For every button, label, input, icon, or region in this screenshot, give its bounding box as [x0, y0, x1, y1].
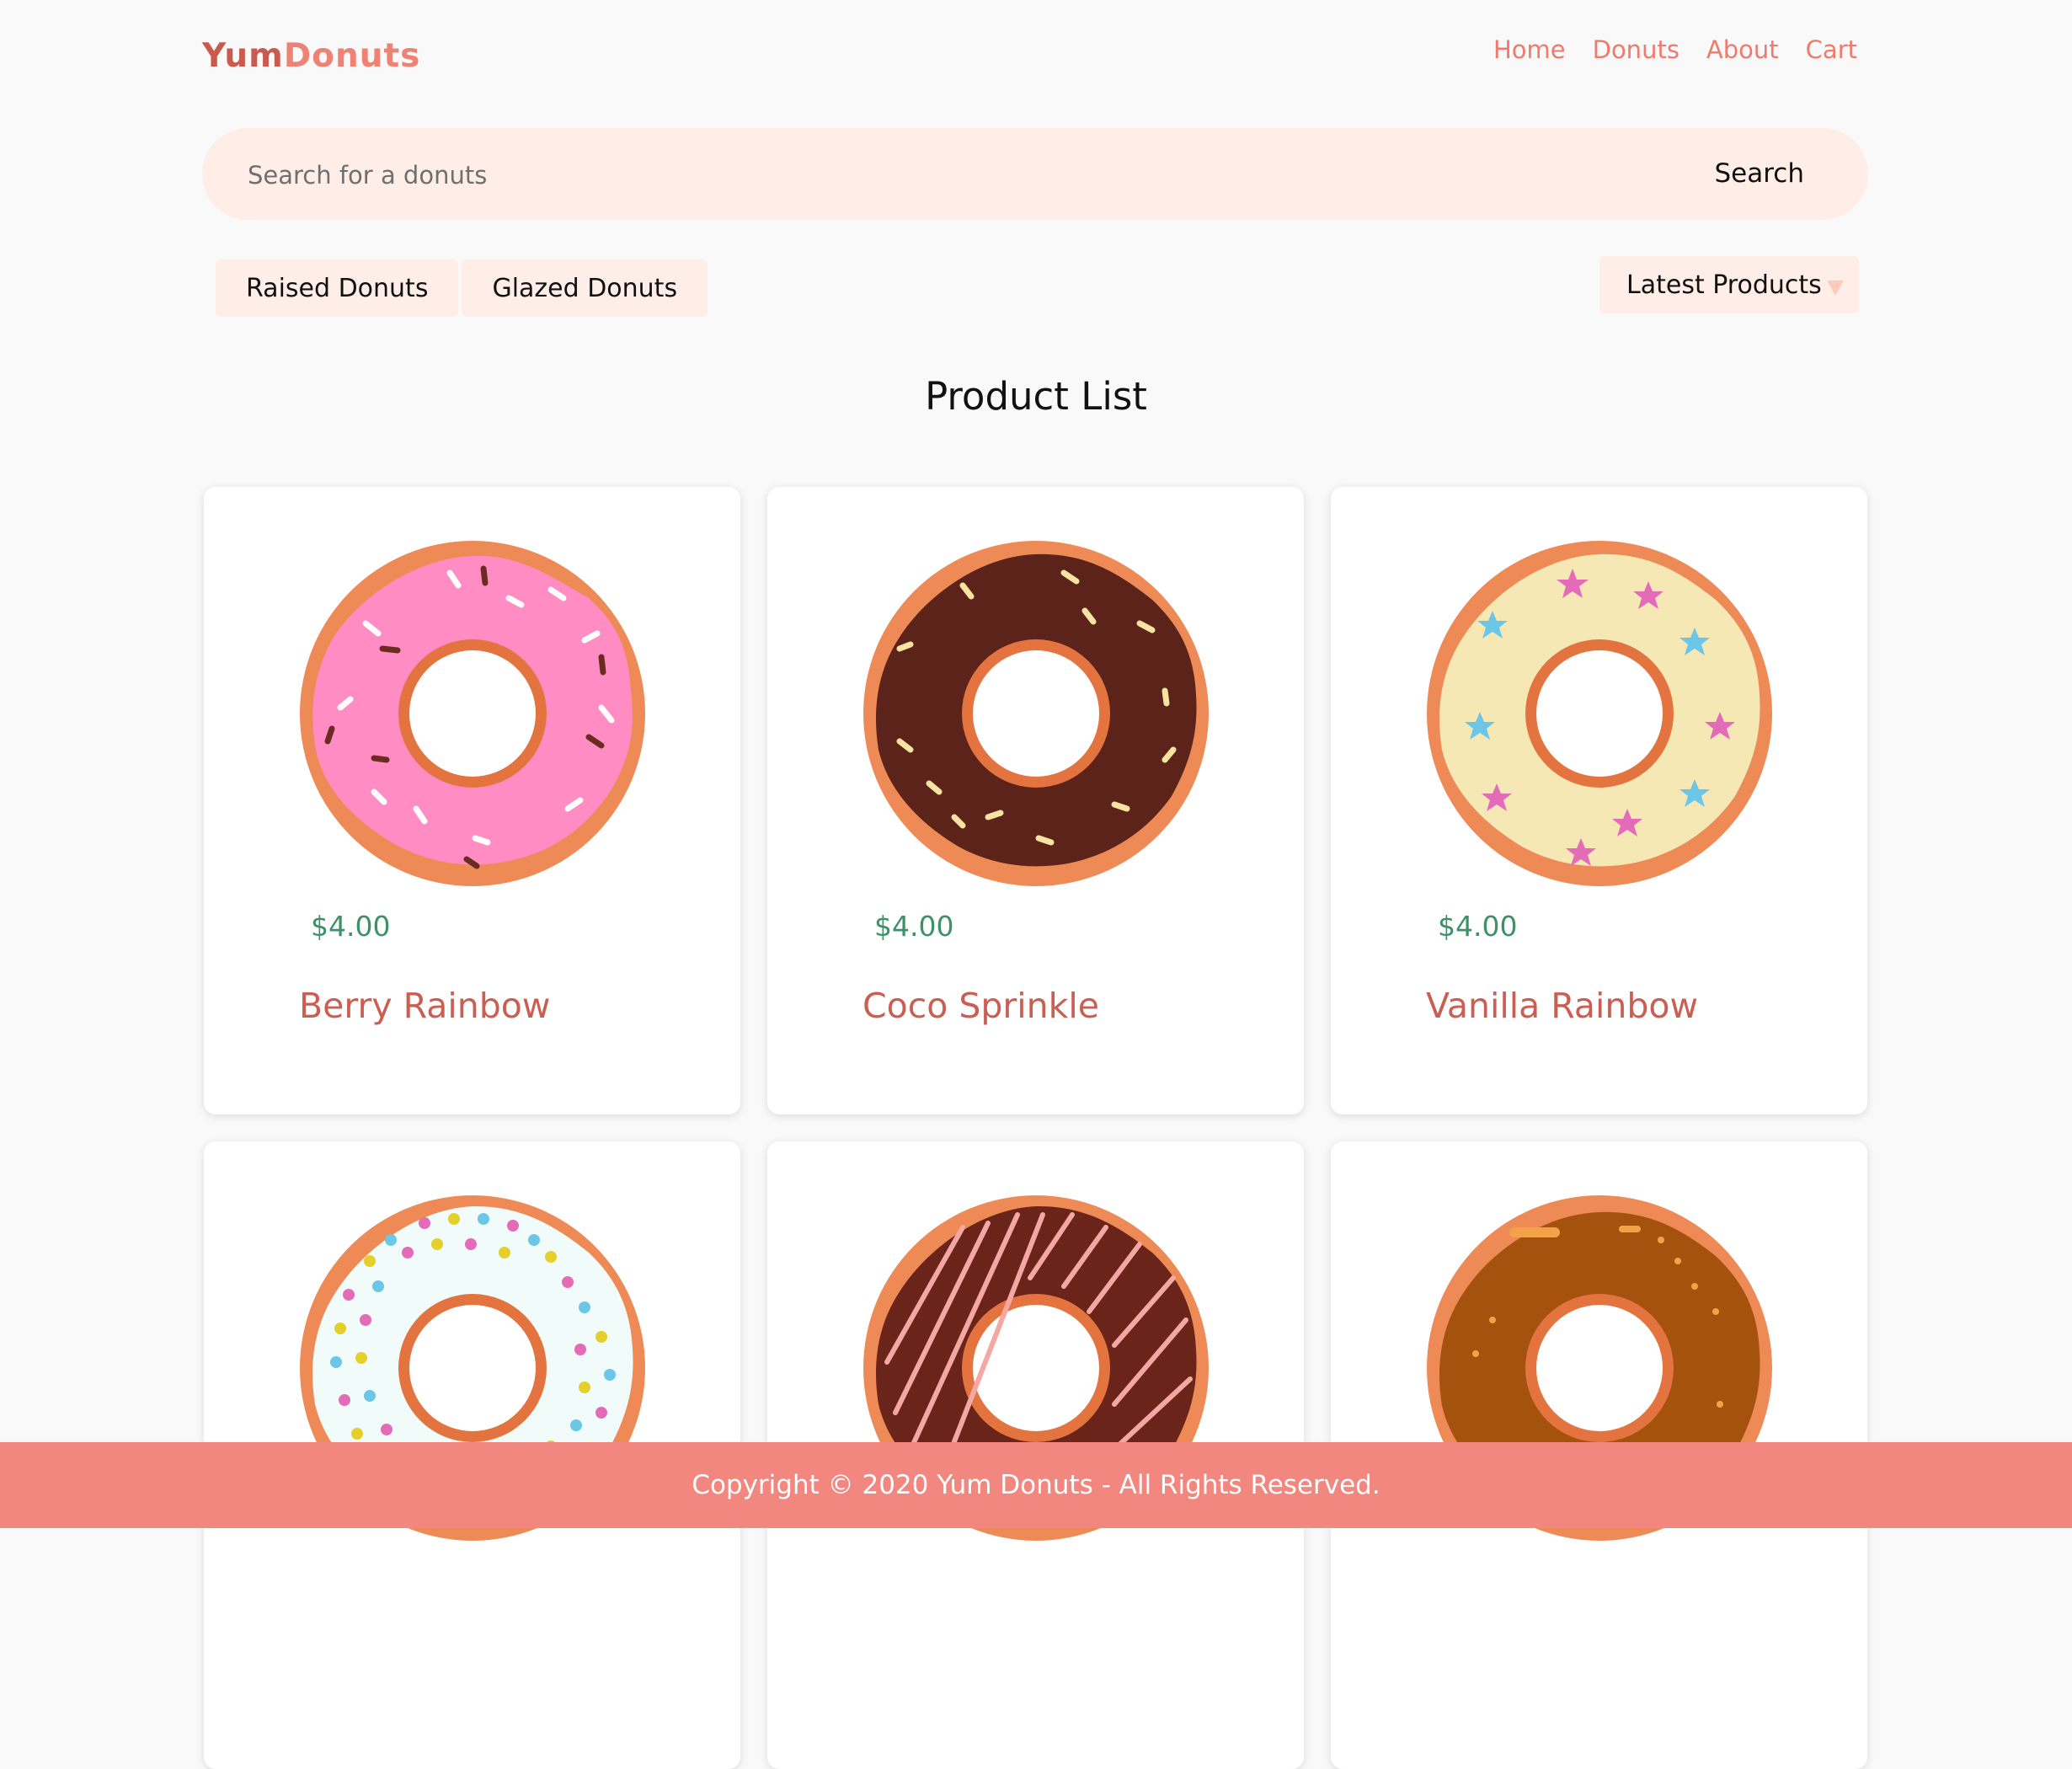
pink-sprinkle-donut-icon: [300, 541, 645, 886]
filter-glazed-donuts-button[interactable]: Glazed Donuts: [462, 259, 708, 317]
chocolate-sprinkle-donut-icon: [863, 541, 1209, 886]
search-bar: Search: [202, 128, 1868, 222]
product-name[interactable]: Vanilla Rainbow: [1426, 986, 1698, 1026]
product-price: $4.00: [874, 910, 954, 943]
product-card[interactable]: $4.00 Berry Rainbow: [204, 487, 740, 1114]
product-grid: $4.00 Berry Rainbow $4.00 Coco Sprinkle: [204, 487, 1868, 1769]
product-price: $4.00: [311, 910, 391, 943]
search-input[interactable]: [246, 128, 1513, 222]
nav-home-link[interactable]: Home: [1493, 35, 1566, 64]
logo-yum: Yum: [202, 37, 284, 75]
sort-select[interactable]: Latest Products: [1599, 256, 1859, 313]
product-card[interactable]: $4.00 Coco Sprinkle: [767, 487, 1304, 1114]
nav-donuts-link[interactable]: Donuts: [1593, 35, 1679, 64]
nav-cart-link[interactable]: Cart: [1806, 35, 1857, 64]
nav-about-link[interactable]: About: [1706, 35, 1779, 64]
product-card[interactable]: $4.00 Vanilla Rainbow: [1331, 487, 1867, 1114]
product-price: $4.00: [1438, 910, 1518, 943]
search-button[interactable]: Search: [1709, 148, 1809, 199]
site-footer: Copyright © 2020 Yum Donuts - All Rights…: [0, 1442, 2072, 1528]
top-nav: Home Donuts About Cart: [1493, 35, 1857, 64]
logo-donuts: Donuts: [283, 37, 421, 75]
page-title: Product List: [925, 374, 1147, 419]
vanilla-star-donut-icon: [1427, 541, 1772, 886]
product-name[interactable]: Berry Rainbow: [299, 986, 550, 1026]
chevron-down-icon: [1826, 281, 1844, 296]
filter-raised-donuts-button[interactable]: Raised Donuts: [216, 259, 459, 317]
category-filters: Raised Donuts Glazed Donuts: [216, 259, 708, 317]
sort-selected-label: Latest Products: [1626, 270, 1822, 300]
product-name[interactable]: Coco Sprinkle: [862, 986, 1099, 1026]
site-logo[interactable]: YumDonuts: [202, 37, 420, 75]
